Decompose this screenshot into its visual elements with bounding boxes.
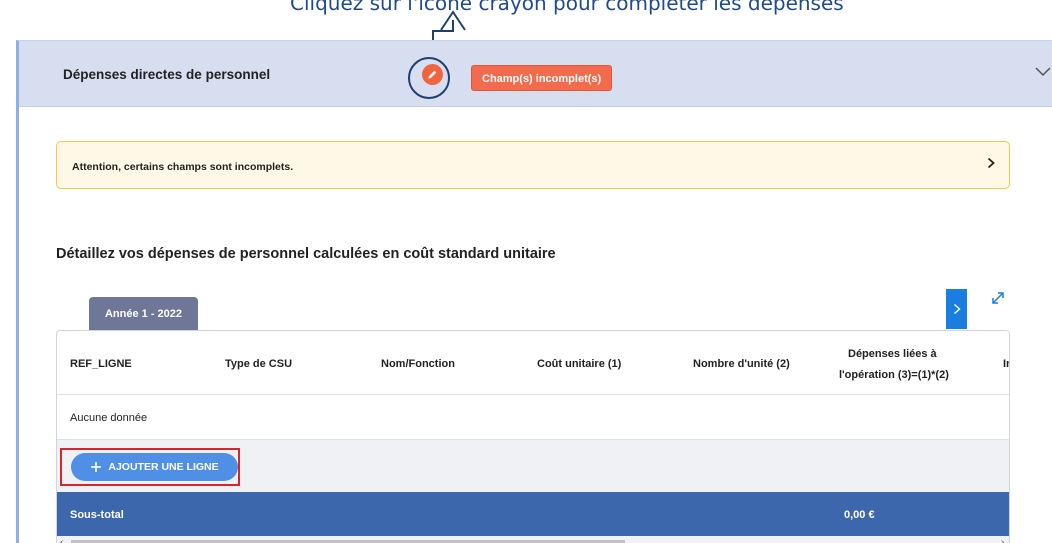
incomplete-status-badge: Champ(s) incomplet(s) [471, 65, 613, 91]
subtotal-row: Sous-total 0,00 € [57, 492, 1009, 536]
subtotal-label: Sous-total [70, 509, 124, 521]
plus-icon [91, 462, 102, 472]
table-next-button[interactable] [946, 289, 967, 329]
column-header-truncated: In [1003, 358, 1009, 370]
column-header-depenses-line1: Dépenses liées à [848, 348, 937, 360]
warning-alert[interactable]: Attention, certains champs sont incomple… [56, 141, 1010, 189]
expand-icon[interactable] [991, 291, 1005, 305]
add-line-label: AJOUTER UNE LIGNE [108, 461, 219, 473]
column-header-ref-ligne: REF_LIGNE [70, 358, 132, 370]
section-title: Détaillez vos dépenses de personnel calc… [56, 246, 556, 262]
edit-button[interactable] [422, 64, 443, 85]
chevron-down-icon[interactable] [1035, 67, 1051, 77]
annotation-caption: Cliquez sur l'icône crayon pour compléte… [290, 0, 844, 15]
panel-header[interactable]: Dépenses directes de personnel Champ(s) … [19, 41, 1052, 107]
panel-title: Dépenses directes de personnel [63, 67, 271, 82]
scroll-right-arrow-icon[interactable]: › [1001, 537, 1004, 543]
expenses-table: REF_LIGNE Type de CSU Nom/Fonction Coût … [56, 330, 1010, 543]
expenses-panel: Dépenses directes de personnel Champ(s) … [16, 40, 1052, 543]
column-header-nom-fonction: Nom/Fonction [381, 358, 455, 370]
chevron-right-icon[interactable] [987, 157, 995, 169]
add-line-button[interactable]: AJOUTER UNE LIGNE [71, 453, 238, 481]
column-header-cout-unitaire: Coût unitaire (1) [537, 358, 622, 370]
column-header-depenses-line2: l'opération (3)=(1)*(2) [839, 369, 949, 381]
add-row-container: AJOUTER UNE LIGNE [57, 440, 1009, 492]
scroll-left-arrow-icon[interactable]: ‹ [60, 537, 63, 543]
table-header: REF_LIGNE Type de CSU Nom/Fonction Coût … [57, 331, 1009, 395]
column-header-type-csu: Type de CSU [225, 358, 293, 370]
table-row-empty: Aucune donnée [57, 395, 1009, 440]
pencil-icon [428, 70, 437, 79]
subtotal-value: 0,00 € [844, 509, 875, 521]
horizontal-scrollbar[interactable]: ‹ › [57, 536, 1009, 543]
warning-text: Attention, certains champs sont incomple… [72, 161, 294, 173]
empty-text: Aucune donnée [70, 412, 148, 424]
column-header-nombre-unite: Nombre d'unité (2) [693, 358, 790, 370]
add-button-highlight: AJOUTER UNE LIGNE [60, 448, 240, 486]
chevron-right-icon [953, 303, 961, 315]
tab-annee-1[interactable]: Année 1 - 2022 [89, 297, 198, 331]
